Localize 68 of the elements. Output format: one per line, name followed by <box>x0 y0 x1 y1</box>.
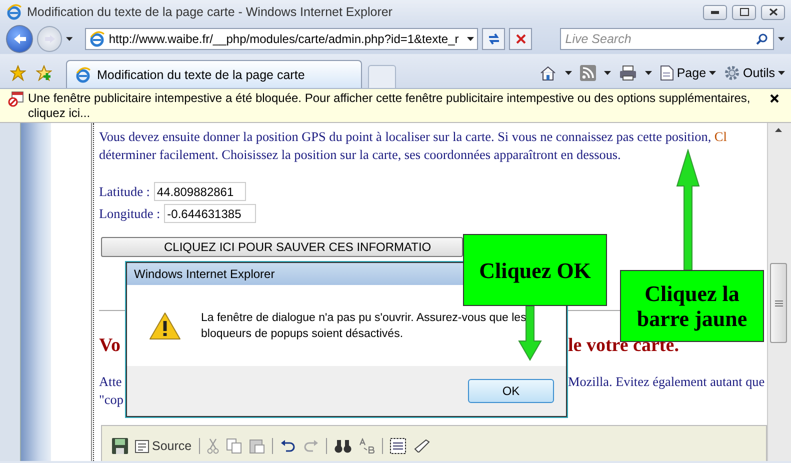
ok-button[interactable]: OK <box>468 379 554 403</box>
refresh-icon <box>486 33 500 45</box>
feed-icon[interactable] <box>580 65 596 81</box>
replace-icon[interactable] <box>358 438 375 454</box>
page-icon <box>660 65 674 81</box>
input-field[interactable]: 44.809882861 <box>154 182 246 201</box>
caret-icon[interactable] <box>604 71 611 75</box>
gear-icon <box>724 65 740 81</box>
source-button[interactable]: Source <box>135 439 192 453</box>
maximize-icon <box>740 8 748 16</box>
browser-tab[interactable]: Modification du texte de la page carte <box>66 60 362 88</box>
browser-logo-icon <box>75 66 91 82</box>
callout-box: Cliquez la barre jaune <box>620 270 764 342</box>
caret-icon <box>778 71 785 75</box>
browser-logo-icon <box>6 4 22 20</box>
paragraph-text: Atte <box>99 373 122 391</box>
document-icon <box>135 440 149 452</box>
caret-icon[interactable] <box>778 37 785 41</box>
search-icon[interactable] <box>756 33 768 45</box>
field-label: Latitude : <box>99 184 150 200</box>
window-title: Modification du texte de la page carte - Windows Internet Explorer <box>27 5 394 19</box>
dialog-message: La fenêtre de dialogue n'a pas pu s'ouvrir. Assurez-vous que les bloqueurs de popups soient désactivés. <box>201 310 528 342</box>
minimize-button[interactable] <box>703 4 727 20</box>
maximize-button[interactable] <box>732 4 756 20</box>
add-favorite-icon[interactable] <box>36 65 52 81</box>
left-arrow-icon <box>12 33 27 45</box>
paste-icon[interactable] <box>248 438 265 454</box>
copy-icon[interactable] <box>226 438 242 454</box>
close-button[interactable] <box>761 4 785 20</box>
save-icon[interactable] <box>112 438 128 454</box>
warning-icon <box>149 312 181 340</box>
browser-logo-icon <box>88 31 105 47</box>
minimize-icon <box>711 10 719 14</box>
callout-box: Cliquez OK <box>463 234 607 306</box>
scrollbar-thumb[interactable] <box>770 263 787 343</box>
page-menu[interactable]: Page <box>660 65 716 81</box>
stop-button[interactable] <box>509 28 532 50</box>
paragraph-text: déterminer facilement. Choisissez la position sur la carte, ses coordonnées apparaîtront en dessous. <box>99 146 622 164</box>
search-field[interactable]: Live Search <box>560 28 774 50</box>
caret-icon <box>709 71 716 75</box>
binoculars-icon[interactable] <box>334 438 352 454</box>
input-field[interactable]: -0.644631385 <box>164 204 256 223</box>
save-button[interactable]: CLIQUEZ ICI POUR SAUVER CES INFORMATIO <box>101 237 463 257</box>
paragraph-text: Vous devez ensuite donner la position GPS du point à localiser sur la carte. Si vous ne connaissez pas cette position, Cl <box>99 128 728 146</box>
printer-icon[interactable] <box>618 65 637 81</box>
stop-icon <box>516 34 526 44</box>
caret-icon[interactable] <box>644 71 652 75</box>
refresh-button[interactable] <box>482 28 506 50</box>
paragraph-text: Mozilla. Evitez également autant que <box>568 373 765 391</box>
select-all-icon[interactable] <box>390 438 406 454</box>
caret-icon[interactable] <box>564 71 572 75</box>
home-icon[interactable] <box>538 65 557 81</box>
star-icon[interactable] <box>10 65 26 81</box>
blocked-popup-icon <box>8 91 24 107</box>
caret-icon[interactable] <box>466 37 474 41</box>
close-icon <box>768 8 778 16</box>
address-field[interactable]: http://www.waibe.fr/__php/modules/carte/admin.php?id=1&texte_r <box>84 28 478 50</box>
section-heading: Vo <box>99 335 120 357</box>
dialog-title: Windows Internet Explorer <box>134 267 275 281</box>
back-button[interactable] <box>6 25 34 53</box>
tools-menu[interactable]: Outils <box>724 65 785 81</box>
paragraph-text: "cop <box>99 391 124 409</box>
caret-icon[interactable] <box>66 37 73 41</box>
eraser-icon[interactable] <box>412 439 431 453</box>
undo-icon[interactable] <box>280 440 296 452</box>
close-icon <box>770 94 779 103</box>
text-link[interactable]: Cl <box>714 129 727 144</box>
field-label: Longitude : <box>99 206 160 222</box>
